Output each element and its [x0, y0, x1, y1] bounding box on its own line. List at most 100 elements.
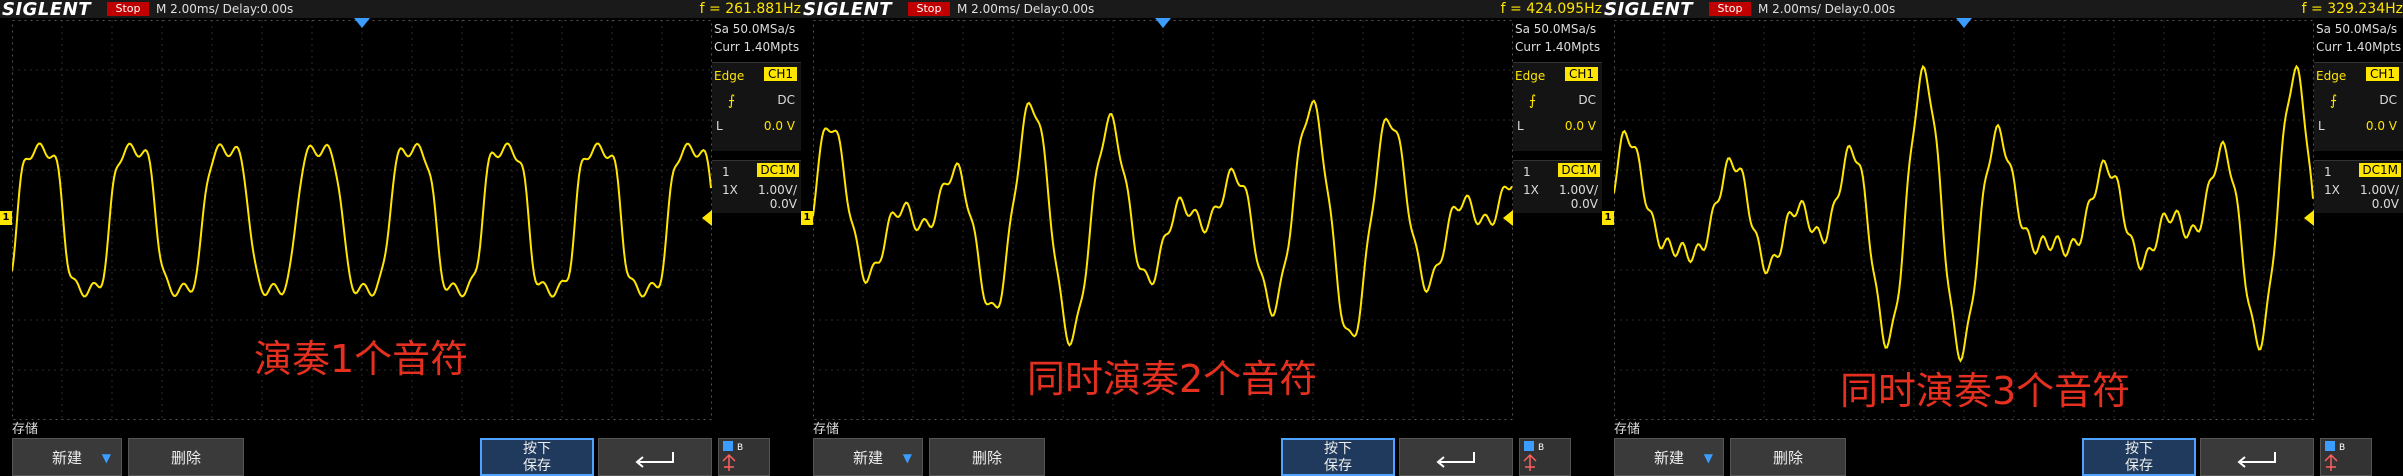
timebase-readout: M 2.00ms/ Delay:0.00s: [957, 2, 1095, 16]
trigger-level-label: L: [716, 119, 723, 133]
press-label: 按下: [1324, 441, 1352, 457]
save-label: 保存: [523, 458, 551, 474]
trigger-level-marker[interactable]: [1503, 210, 1513, 226]
frequency-readout: f = 261.881Hz: [699, 1, 801, 17]
trigger-box[interactable]: Edge CH1 ⨍ DC L 0.0 V: [712, 62, 801, 151]
softkey-bar: 新建 ▼ 删除 按下 保存 B: [801, 438, 1602, 476]
ch1-offset-marker[interactable]: 1: [0, 211, 12, 225]
usb-storage-indicator: B: [2320, 438, 2372, 476]
delete-button-label: 删除: [971, 449, 1002, 467]
trigger-position-marker[interactable]: [1956, 18, 1972, 28]
return-arrow-icon: [1436, 452, 1475, 468]
press-save-button[interactable]: 按下 保存: [2082, 438, 2196, 476]
trigger-box[interactable]: Edge CH1 ⨍ DC L 0.0 V: [2314, 62, 2403, 151]
svg-text:B: B: [2339, 443, 2345, 453]
trigger-level-marker[interactable]: [702, 210, 712, 226]
svg-text:B: B: [737, 443, 743, 453]
siglent-logo: SIGLENT: [803, 0, 893, 20]
delete-button[interactable]: 删除: [1730, 438, 1846, 476]
trigger-source: CH1: [2365, 67, 2399, 81]
trigger-type: Edge: [714, 69, 745, 83]
trigger-position-marker[interactable]: [354, 18, 370, 28]
trigger-box[interactable]: Edge CH1 ⨍ DC L 0.0 V: [1513, 62, 1602, 151]
frequency-readout: f = 329.234Hz: [2301, 1, 2403, 17]
channel-number: 1: [1523, 165, 1531, 179]
frequency-readout: f = 424.095Hz: [1500, 1, 1602, 17]
siglent-logo: SIGLENT: [2, 0, 92, 20]
rising-edge-icon: ⨍: [728, 93, 736, 109]
trigger-coupling: DC: [777, 93, 795, 107]
trigger-level-marker[interactable]: [2304, 210, 2314, 226]
channel-box[interactable]: 1 DC1M 1X 1.00V/ 0.0V: [712, 160, 801, 213]
curr-points: Curr 1.40Mpts: [1515, 40, 1601, 54]
usb-storage-indicator: B: [718, 438, 770, 476]
annotation-text: 演奏1个音符: [254, 337, 469, 381]
side-info-panel: Sa 50.0MSa/s Curr 1.40Mpts Edge CH1 ⨍ DC…: [1513, 20, 1602, 213]
channel-offset: 0.0V: [2371, 197, 2399, 211]
run-stop-status[interactable]: Stop: [1709, 2, 1751, 16]
annotation-text: 同时演奏2个音符: [1027, 357, 1318, 401]
new-button[interactable]: 新建 ▼: [813, 438, 923, 476]
press-save-button[interactable]: 按下 保存: [1281, 438, 1395, 476]
trigger-level-label: L: [2318, 119, 2325, 133]
volts-per-div: 1.00V/: [758, 183, 797, 197]
return-arrow-icon: [2237, 452, 2276, 468]
delete-button[interactable]: 删除: [128, 438, 244, 476]
rising-edge-icon: ⨍: [2330, 93, 2338, 109]
timebase-readout: M 2.00ms/ Delay:0.00s: [1758, 2, 1896, 16]
return-button[interactable]: [598, 438, 712, 476]
store-menu-label: 存储: [813, 422, 840, 437]
top-status-bar: SIGLENT Stop M 2.00ms/ Delay:0.00s f = 2…: [0, 0, 801, 20]
delete-button[interactable]: 删除: [929, 438, 1045, 476]
return-arrow-icon: [635, 452, 674, 468]
press-save-button[interactable]: 按下 保存: [480, 438, 594, 476]
sample-rate: Sa 50.0MSa/s: [714, 22, 796, 36]
trigger-source: CH1: [763, 67, 797, 81]
top-status-bar: SIGLENT Stop M 2.00ms/ Delay:0.00s f = 3…: [1602, 0, 2403, 20]
trigger-level: 0.0 V: [763, 119, 795, 133]
ch1-offset-marker[interactable]: 1: [1602, 211, 1614, 225]
run-stop-status[interactable]: Stop: [908, 2, 950, 16]
trigger-level-label: L: [1517, 119, 1524, 133]
arrow-down-icon: ▼: [1703, 451, 1713, 465]
save-label: 保存: [2125, 458, 2153, 474]
top-status-bar: SIGLENT Stop M 2.00ms/ Delay:0.00s f = 4…: [801, 0, 1602, 20]
new-button[interactable]: 新建 ▼: [12, 438, 122, 476]
annotation-text: 同时演奏3个音符: [1840, 369, 2131, 413]
usb-storage-indicator: B: [1519, 438, 1571, 476]
run-stop-status[interactable]: Stop: [107, 2, 149, 16]
trigger-position-marker[interactable]: [1155, 18, 1171, 28]
delete-button-label: 删除: [1772, 449, 1803, 467]
curr-points: Curr 1.40Mpts: [714, 40, 800, 54]
store-menu-label: 存储: [1614, 422, 1641, 437]
probe-attenuation: 1X: [1523, 183, 1539, 197]
return-button[interactable]: [2200, 438, 2314, 476]
save-label: 保存: [1324, 458, 1352, 474]
ch1-offset-marker[interactable]: 1: [801, 211, 813, 225]
probe-attenuation: 1X: [2324, 183, 2340, 197]
probe-attenuation: 1X: [722, 183, 738, 197]
press-label: 按下: [2125, 441, 2153, 457]
softkey-bar: 新建 ▼ 删除 按下 保存 B: [0, 438, 801, 476]
channel-box[interactable]: 1 DC1M 1X 1.00V/ 0.0V: [2314, 160, 2403, 213]
usb-icon: B: [722, 441, 743, 471]
rising-edge-icon: ⨍: [1529, 93, 1537, 109]
scope-panel-2: SIGLENT Stop M 2.00ms/ Delay:0.00s f = 4…: [801, 0, 1602, 476]
new-button[interactable]: 新建 ▼: [1614, 438, 1724, 476]
timebase-readout: M 2.00ms/ Delay:0.00s: [156, 2, 294, 16]
usb-icon: B: [2324, 441, 2345, 471]
trigger-level: 0.0 V: [1564, 119, 1596, 133]
channel-number: 1: [2324, 165, 2332, 179]
trigger-coupling: DC: [2379, 93, 2397, 107]
softkey-bar: 新建 ▼ 删除 按下 保存 B: [1602, 438, 2403, 476]
arrow-down-icon: ▼: [902, 451, 912, 465]
channel-number: 1: [722, 165, 730, 179]
trigger-coupling: DC: [1578, 93, 1596, 107]
volts-per-div: 1.00V/: [1559, 183, 1598, 197]
svg-text:B: B: [1538, 443, 1544, 453]
trigger-level: 0.0 V: [2365, 119, 2397, 133]
channel-box[interactable]: 1 DC1M 1X 1.00V/ 0.0V: [1513, 160, 1602, 213]
new-button-label: 新建: [1653, 449, 1684, 467]
return-button[interactable]: [1399, 438, 1513, 476]
side-info-panel: Sa 50.0MSa/s Curr 1.40Mpts Edge CH1 ⨍ DC…: [2314, 20, 2403, 213]
